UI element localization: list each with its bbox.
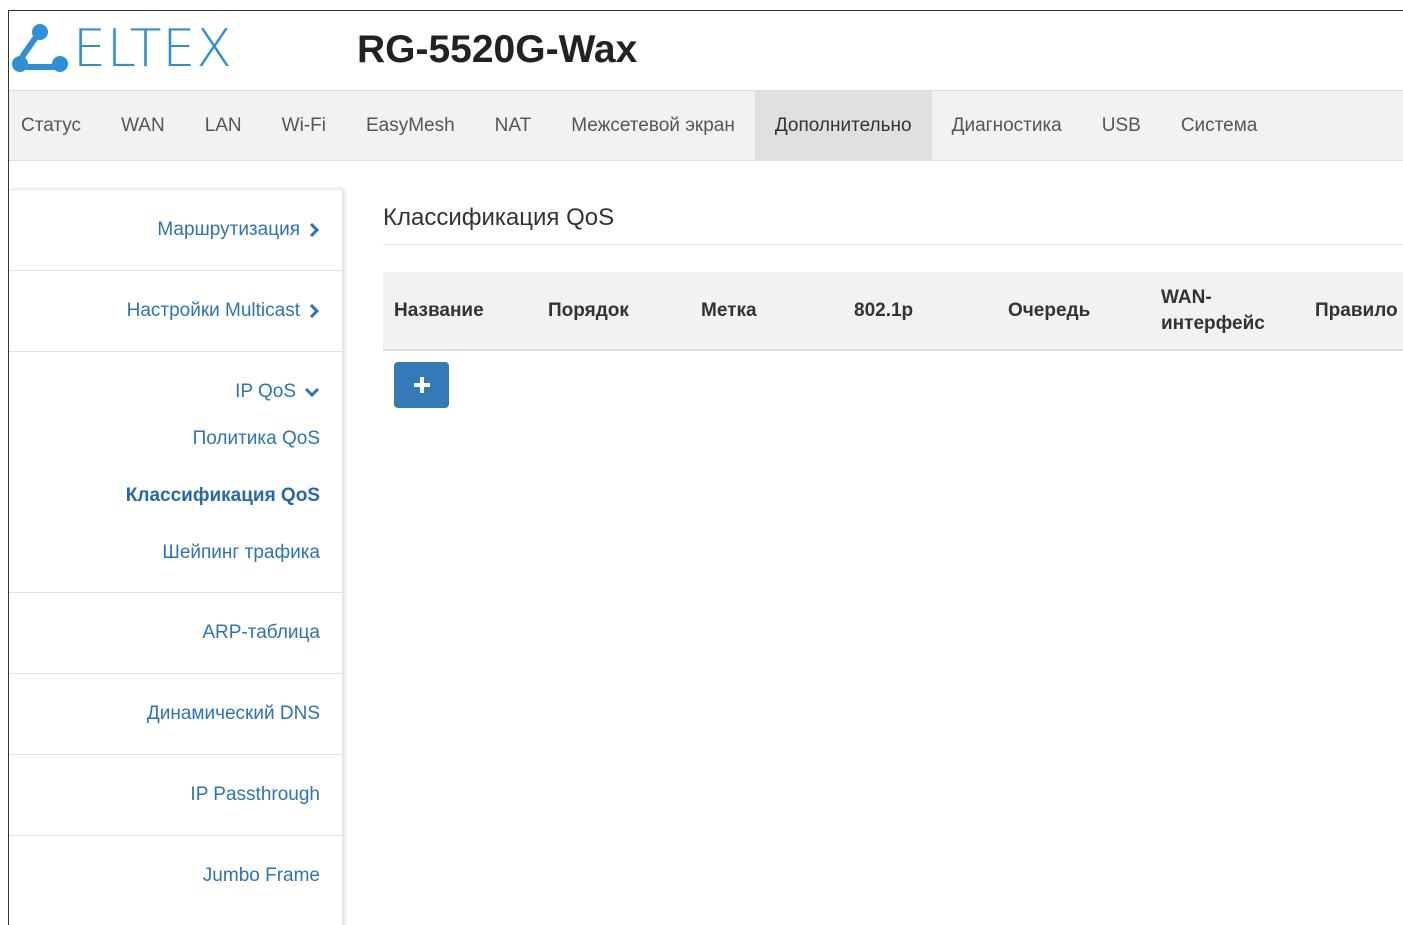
chevron-right-icon xyxy=(309,223,320,237)
table-header: Название Порядок Метка 802.1p Очередь WA… xyxy=(383,272,1403,351)
nav-item-advanced[interactable]: Дополнительно xyxy=(754,91,932,160)
column-header-order: Порядок xyxy=(548,299,629,321)
sidebar-item-ddns[interactable]: Динамический DNS xyxy=(9,674,342,754)
sidebar-item-label: Маршрутизация xyxy=(157,219,300,240)
sidebar-item-jumbo-frame[interactable]: Jumbo Frame xyxy=(9,836,342,916)
sidebar-item-label: IP QoS xyxy=(235,381,296,402)
sidebar: Маршрутизация Настройки Multicast IP QoS… xyxy=(9,189,342,925)
column-header-mark: Метка xyxy=(701,299,757,321)
column-header-rule: Правило xyxy=(1315,299,1398,321)
chevron-down-icon xyxy=(304,387,320,398)
nav-item-wan[interactable]: WAN xyxy=(101,91,185,160)
column-header-name: Название xyxy=(394,299,484,321)
sidebar-subitem-qos-policy[interactable]: Политика QoS xyxy=(9,410,342,467)
page-title: Классификация QoS xyxy=(383,189,1403,245)
eltex-logo: ELTEX xyxy=(11,23,233,75)
nav-item-usb[interactable]: USB xyxy=(1082,91,1161,160)
nav-item-easymesh[interactable]: EasyMesh xyxy=(346,91,475,160)
nav-item-lan[interactable]: LAN xyxy=(185,91,262,160)
sidebar-item-ip-passthrough[interactable]: IP Passthrough xyxy=(9,755,342,835)
add-rule-button[interactable] xyxy=(394,362,449,408)
nav-item-nat[interactable]: NAT xyxy=(475,91,552,160)
logo-text: ELTEX xyxy=(73,19,233,79)
top-nav: Статус WAN LAN Wi-Fi EasyMesh NAT Межсет… xyxy=(9,90,1403,161)
column-header-queue: Очередь xyxy=(1008,299,1091,321)
sidebar-item-label: Настройки Multicast xyxy=(126,300,300,321)
chevron-right-icon xyxy=(309,304,320,318)
sidebar-item-multicast[interactable]: Настройки Multicast xyxy=(9,271,342,351)
nav-item-firewall[interactable]: Межсетевой экран xyxy=(551,91,755,160)
sidebar-item-routing[interactable]: Маршрутизация xyxy=(9,190,342,270)
plus-icon xyxy=(413,377,430,393)
device-model: RG-5520G-Wax xyxy=(357,28,638,71)
header: ELTEX RG-5520G-Wax xyxy=(9,11,1403,90)
sidebar-subitem-traffic-shaping[interactable]: Шейпинг трафика xyxy=(9,524,342,581)
sidebar-subitem-qos-classification[interactable]: Классификация QoS xyxy=(9,467,342,524)
app-window: ELTEX RG-5520G-Wax Статус WAN LAN Wi-Fi … xyxy=(8,10,1403,925)
main-content: Классификация QoS Название Порядок Метка… xyxy=(383,189,1403,408)
nav-item-diagnostics[interactable]: Диагностика xyxy=(932,91,1082,160)
nav-item-status[interactable]: Статус xyxy=(9,91,101,160)
nav-item-system[interactable]: Система xyxy=(1161,91,1278,160)
column-header-wan-interface: WAN- интерфейс xyxy=(1161,286,1265,334)
sidebar-item-arp[interactable]: ARP-таблица xyxy=(9,593,342,673)
logo-mark-icon xyxy=(12,24,68,72)
nav-item-wifi[interactable]: Wi-Fi xyxy=(262,91,346,160)
column-header-8021p: 802.1p xyxy=(854,299,914,321)
